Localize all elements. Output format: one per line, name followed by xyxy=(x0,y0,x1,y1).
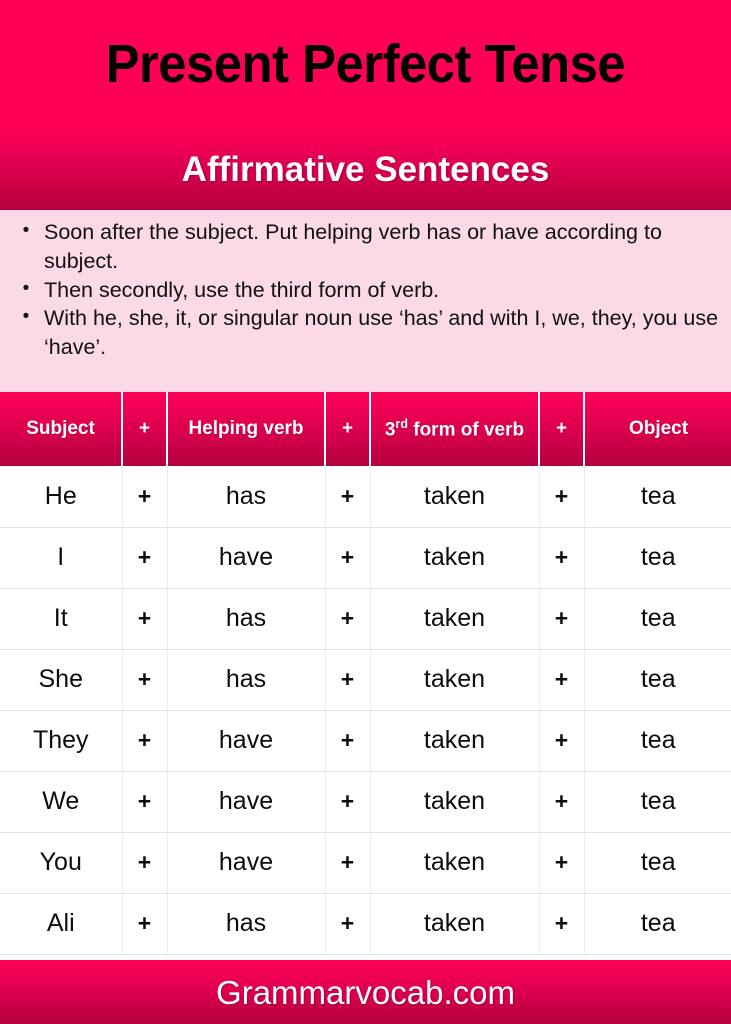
cell-plus-3: + xyxy=(538,893,585,955)
cell-object: tea xyxy=(583,649,731,711)
cell-plus-2: + xyxy=(324,893,371,955)
table-row: They + have + taken + tea xyxy=(0,710,731,772)
cell-third-form: taken xyxy=(369,832,540,894)
rules-list: • Soon after the subject. Put helping ve… xyxy=(0,210,731,392)
cell-subject: He xyxy=(0,466,123,528)
cell-subject: It xyxy=(0,588,123,650)
cell-third-form: taken xyxy=(369,466,540,528)
cell-plus-3: + xyxy=(538,649,585,711)
subtitle-band: Affirmative Sentences xyxy=(0,128,731,210)
table-row: She + has + taken + tea xyxy=(0,649,731,711)
cell-third-form: taken xyxy=(369,588,540,650)
cell-object: tea xyxy=(583,710,731,772)
table-row: He + has + taken + tea xyxy=(0,466,731,528)
cell-third-form: taken xyxy=(369,771,540,833)
rule-text: Then secondly, use the third form of ver… xyxy=(44,277,440,302)
column-header-object: Object xyxy=(583,392,731,466)
table-head: Subject + Helping verb + 3rd form of ver… xyxy=(0,392,731,466)
table-row: I + have + taken + tea xyxy=(0,527,731,589)
table-row: Ali + has + taken + tea xyxy=(0,893,731,955)
cell-helping-verb: have xyxy=(166,832,326,894)
cell-plus-1: + xyxy=(121,527,168,589)
structure-table-container: Subject + Helping verb + 3rd form of ver… xyxy=(0,392,731,960)
structure-table: Subject + Helping verb + 3rd form of ver… xyxy=(0,392,731,955)
cell-plus-2: + xyxy=(324,649,371,711)
table-row: You + have + taken + tea xyxy=(0,832,731,894)
bullet-icon: • xyxy=(22,277,30,299)
cell-helping-verb: have xyxy=(166,527,326,589)
cell-helping-verb: has xyxy=(166,893,326,955)
cell-plus-2: + xyxy=(324,466,371,528)
cell-plus-1: + xyxy=(121,649,168,711)
cell-subject: You xyxy=(0,832,123,894)
cell-plus-2: + xyxy=(324,588,371,650)
table-row: We + have + taken + tea xyxy=(0,771,731,833)
title-band: Present Perfect Tense xyxy=(0,0,731,128)
cell-plus-1: + xyxy=(121,710,168,772)
cell-helping-verb: have xyxy=(166,710,326,772)
cell-plus-1: + xyxy=(121,771,168,833)
page-title: Present Perfect Tense xyxy=(105,34,626,94)
cell-object: tea xyxy=(583,527,731,589)
third-form-rest: form of verb xyxy=(407,418,525,440)
cell-plus-3: + xyxy=(538,527,585,589)
site-credit: Grammarvocab.com xyxy=(216,973,515,1011)
cell-plus-1: + xyxy=(121,588,168,650)
cell-plus-3: + xyxy=(538,466,585,528)
rule-text: Soon after the subject. Put helping verb… xyxy=(44,220,662,273)
cell-plus-2: + xyxy=(324,771,371,833)
cell-plus-3: + xyxy=(538,832,585,894)
column-header-helping-verb: Helping verb xyxy=(166,392,326,466)
cell-helping-verb: has xyxy=(166,588,326,650)
cell-plus-2: + xyxy=(324,832,371,894)
list-item: • Soon after the subject. Put helping ve… xyxy=(8,218,723,276)
cell-plus-1: + xyxy=(121,832,168,894)
cell-helping-verb: have xyxy=(166,771,326,833)
column-header-plus-2: + xyxy=(324,392,371,466)
cell-plus-3: + xyxy=(538,588,585,650)
table-header-row: Subject + Helping verb + 3rd form of ver… xyxy=(0,392,731,466)
cell-subject: I xyxy=(0,527,123,589)
table-body: He + has + taken + tea I + have + taken + tea It + has + t… xyxy=(0,466,731,955)
list-item: • With he, she, it, or singular noun use… xyxy=(8,304,723,362)
page-subtitle: Affirmative Sentences xyxy=(181,149,550,189)
column-header-subject: Subject xyxy=(0,392,123,466)
table-row: It + has + taken + tea xyxy=(0,588,731,650)
cell-subject: We xyxy=(0,771,123,833)
footer-band: Grammarvocab.com xyxy=(0,960,731,1024)
column-header-plus-3: + xyxy=(538,392,585,466)
third-form-prefix: 3 xyxy=(384,418,396,440)
cell-plus-3: + xyxy=(538,771,585,833)
rule-text: With he, she, it, or singular noun use ‘… xyxy=(44,306,719,360)
cell-helping-verb: has xyxy=(166,466,326,528)
cell-object: tea xyxy=(583,832,731,894)
cell-plus-3: + xyxy=(538,710,585,772)
cell-helping-verb: has xyxy=(166,649,326,711)
cell-third-form: taken xyxy=(369,710,540,772)
cell-plus-2: + xyxy=(324,710,371,772)
bullet-icon: • xyxy=(22,220,30,241)
cell-third-form: taken xyxy=(369,893,540,955)
cell-subject: They xyxy=(0,710,123,772)
cell-subject: She xyxy=(0,649,123,711)
cell-third-form: taken xyxy=(369,649,540,711)
cell-object: tea xyxy=(583,771,731,833)
bullet-icon: • xyxy=(22,306,30,328)
column-header-third-form: 3rd form of verb xyxy=(369,392,540,466)
poster-root: Present Perfect Tense Affirmative Senten… xyxy=(0,0,731,1024)
cell-plus-1: + xyxy=(121,893,168,955)
cell-object: tea xyxy=(583,893,731,955)
cell-subject: Ali xyxy=(0,893,123,955)
list-item: • Then secondly, use the third form of v… xyxy=(8,276,723,305)
cell-object: tea xyxy=(583,588,731,650)
cell-object: tea xyxy=(583,466,731,528)
cell-plus-2: + xyxy=(324,527,371,589)
cell-plus-1: + xyxy=(121,466,168,528)
third-form-ordinal-suffix: rd xyxy=(395,416,408,431)
cell-third-form: taken xyxy=(369,527,540,589)
column-header-plus-1: + xyxy=(121,392,168,466)
